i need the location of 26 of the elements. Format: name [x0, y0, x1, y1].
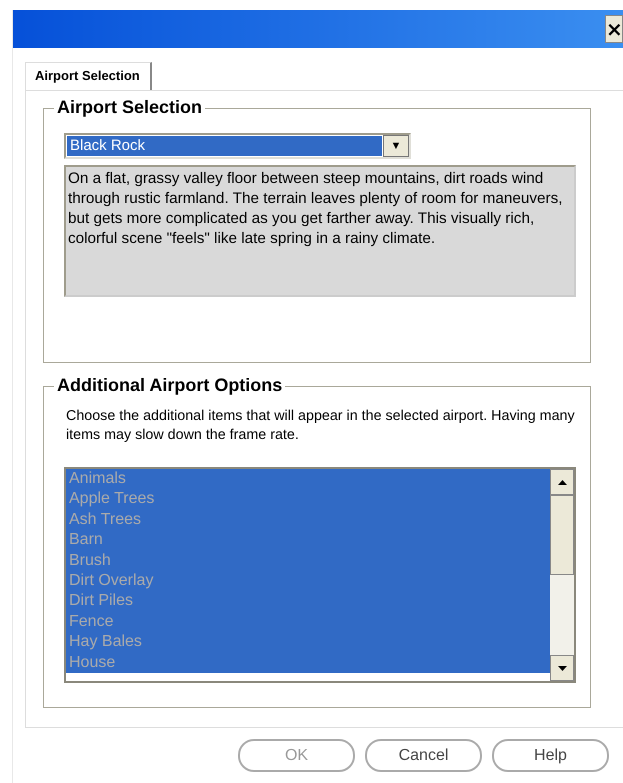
group-title: Additional Airport Options [54, 375, 286, 396]
list-item[interactable]: Fence [66, 612, 550, 632]
list-item[interactable]: Hay Bales [66, 632, 550, 653]
airport-dropdown[interactable]: Black Rock ▼ [64, 133, 411, 159]
description-box: On a flat, grassy valley floor between steep mountains, dirt roads wind through rustic farmland. The terrain leaves plenty of room for maneuvers, but gets more complicated as you get farther away. This visually rich, colorful scene "feels" like late spring in a rainy climate. [64, 165, 576, 297]
list-item[interactable]: House [66, 652, 550, 674]
scrollbar[interactable] [550, 469, 574, 681]
up-arrow-icon [558, 480, 566, 484]
list-item[interactable]: Dirt Piles [66, 591, 550, 612]
list-item[interactable]: Ash Trees [66, 510, 550, 530]
dropdown-arrow-button[interactable]: ▼ [383, 135, 409, 157]
list-item[interactable]: Apple Trees [66, 489, 550, 510]
group-title: Airport Selection [54, 97, 206, 118]
scroll-thumb[interactable] [550, 495, 574, 575]
list-item[interactable]: Brush [66, 550, 550, 572]
list-item[interactable]: Animals [66, 469, 550, 490]
close-button[interactable]: × [605, 15, 623, 43]
scroll-up-button[interactable] [550, 469, 574, 495]
dialog-button[interactable]: Cancel [365, 739, 482, 772]
instructions-text: Choose the additional items that will appear in the selected airport. Having many items may slow down the frame rate. [65, 407, 576, 445]
list-item[interactable]: Dirt Overlay [66, 571, 550, 592]
list-item[interactable]: Barn [66, 530, 550, 551]
down-arrow-icon [558, 666, 566, 670]
dialog-button[interactable]: Help [492, 739, 609, 772]
scroll-down-button[interactable] [550, 655, 574, 681]
tab[interactable]: Airport Selection [25, 62, 152, 90]
